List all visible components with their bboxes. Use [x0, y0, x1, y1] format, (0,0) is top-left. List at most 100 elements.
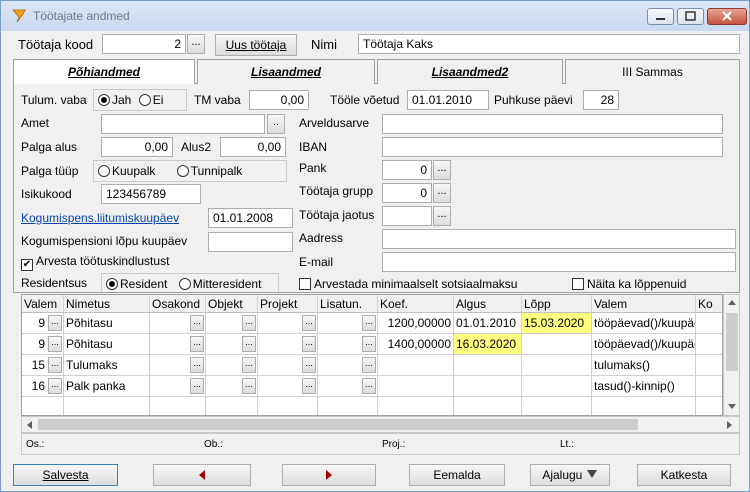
cell-lookup-button[interactable]: ...: [362, 315, 376, 331]
grupp-lookup-button[interactable]: ...: [433, 183, 451, 203]
employee-code-lookup-button[interactable]: ...: [187, 34, 205, 54]
formula-grid[interactable]: Valem Nimetus Osakond Objekt Projekt Lis…: [21, 294, 723, 416]
cell-lookup-button[interactable]: ...: [48, 357, 62, 373]
history-button[interactable]: Ajalugu: [530, 464, 610, 486]
aadress-input[interactable]: [382, 229, 736, 249]
cell-lookup-button[interactable]: ...: [190, 315, 204, 331]
tulum-vaba-yes-radio[interactable]: Jah: [98, 93, 131, 107]
col-header-objekt[interactable]: Objekt: [206, 295, 258, 313]
cell-ko[interactable]: [696, 313, 722, 334]
cell-algus[interactable]: 01.01.2010: [454, 313, 522, 334]
cell-lopp[interactable]: [522, 397, 592, 415]
cell-formula[interactable]: tööpäevad()/kuupäevad(): [592, 334, 696, 355]
cell-lopp[interactable]: [522, 355, 592, 376]
cell-lookup-button[interactable]: ...: [242, 357, 256, 373]
cell-lookup-button[interactable]: ...: [302, 336, 316, 352]
cell-ko[interactable]: [696, 376, 722, 397]
scroll-right-icon[interactable]: [726, 420, 734, 430]
col-header-algus[interactable]: Algus: [454, 295, 522, 313]
kogumis-input[interactable]: 01.01.2008: [208, 208, 293, 228]
cell-projekt[interactable]: [258, 397, 318, 415]
cell-nimetus[interactable]: [64, 397, 150, 415]
cell-osakond[interactable]: [150, 397, 206, 415]
tab-iii-sammas[interactable]: III Sammas: [565, 59, 740, 84]
email-input[interactable]: [382, 252, 736, 272]
amet-lookup-button[interactable]: ..: [267, 114, 285, 134]
cell-koef[interactable]: [378, 376, 454, 397]
min-sots-checkbox[interactable]: Arvestada minimaalselt sotsiaalmaksu: [299, 277, 517, 291]
mitteresident-radio[interactable]: Mitteresident: [178, 277, 261, 291]
cancel-button[interactable]: Katkesta: [637, 464, 731, 486]
cell-lookup-button[interactable]: ...: [242, 336, 256, 352]
close-button[interactable]: [707, 8, 747, 25]
tab-pohiandmed[interactable]: Põhiandmed: [13, 59, 195, 84]
cell-nimetus[interactable]: Põhitasu: [64, 334, 150, 355]
cell-formula[interactable]: tasud()-kinnip(): [592, 376, 696, 397]
cell-formula[interactable]: tööpäevad()/kuupäevad(): [592, 313, 696, 334]
toole-input[interactable]: 01.01.2010: [407, 90, 489, 110]
cell-ko[interactable]: [696, 334, 722, 355]
cell-lookup-button[interactable]: ...: [48, 336, 62, 352]
tab-lisaandmed2[interactable]: Lisaandmed2: [377, 59, 563, 84]
cell-lopp[interactable]: 15.03.2020: [522, 313, 592, 334]
jaotus-lookup-button[interactable]: ...: [433, 206, 451, 226]
col-header-lopp[interactable]: Lõpp: [522, 295, 592, 313]
cell-lookup-button[interactable]: ...: [48, 315, 62, 331]
iban-input[interactable]: [382, 137, 723, 157]
col-header-osakond[interactable]: Osakond: [150, 295, 206, 313]
naita-checkbox[interactable]: Näita ka lõppenuid: [572, 277, 686, 291]
kindlustus-checkbox[interactable]: ✔ Arvesta töötuskindlustust: [21, 254, 169, 271]
cell-lookup-button[interactable]: ...: [48, 378, 62, 394]
cell-ko[interactable]: [696, 355, 722, 376]
cell-valem[interactable]: [22, 397, 64, 415]
hscroll-thumb[interactable]: [38, 419, 638, 430]
maximize-button[interactable]: [677, 8, 704, 25]
cell-lopp[interactable]: [522, 334, 592, 355]
pank-lookup-button[interactable]: ...: [433, 160, 451, 180]
cell-nimetus[interactable]: Tulumaks: [64, 355, 150, 376]
col-header-projekt[interactable]: Projekt: [258, 295, 318, 313]
alus2-input[interactable]: 0,00: [220, 137, 286, 157]
cell-lookup-button[interactable]: ...: [190, 336, 204, 352]
amet-input[interactable]: [101, 114, 265, 134]
cell-formula[interactable]: [592, 397, 696, 415]
col-header-nimetus[interactable]: Nimetus: [64, 295, 150, 313]
cell-lookup-button[interactable]: ...: [362, 357, 376, 373]
minimize-button[interactable]: [647, 8, 674, 25]
scroll-up-icon[interactable]: [727, 298, 737, 306]
next-button[interactable]: [282, 464, 376, 486]
cell-objekt[interactable]: [206, 397, 258, 415]
cell-lookup-button[interactable]: ...: [242, 315, 256, 331]
remove-button[interactable]: Eemalda: [409, 464, 505, 486]
tulum-vaba-no-radio[interactable]: Ei: [138, 93, 163, 107]
cell-lookup-button[interactable]: ...: [302, 378, 316, 394]
cell-koef[interactable]: [378, 355, 454, 376]
previous-button[interactable]: [153, 464, 251, 486]
cell-lookup-button[interactable]: ...: [190, 357, 204, 373]
scroll-thumb[interactable]: [726, 313, 738, 371]
grid-vertical-scrollbar[interactable]: [723, 294, 740, 416]
palga-alus-input[interactable]: 0,00: [101, 137, 173, 157]
col-header-valem[interactable]: Valem: [22, 295, 64, 313]
cell-ko[interactable]: [696, 397, 722, 415]
cell-algus[interactable]: [454, 397, 522, 415]
cell-lookup-button[interactable]: ...: [190, 378, 204, 394]
col-header-koef[interactable]: Koef.: [378, 295, 454, 313]
tm-vaba-input[interactable]: 0,00: [249, 90, 309, 110]
cell-lisatun[interactable]: [318, 397, 378, 415]
cell-lookup-button[interactable]: ...: [302, 357, 316, 373]
grupp-input[interactable]: 0: [382, 183, 432, 203]
cell-lookup-button[interactable]: ...: [302, 315, 316, 331]
kuupalk-radio[interactable]: Kuupalk: [98, 164, 155, 178]
scroll-down-icon[interactable]: [727, 403, 737, 411]
kogumis-link[interactable]: Kogumispens.liitumiskuupäev: [21, 211, 179, 225]
cell-koef[interactable]: [378, 397, 454, 415]
col-header-ko[interactable]: Ko: [696, 295, 722, 313]
tab-lisaandmed[interactable]: Lisaandmed: [197, 59, 375, 84]
cell-formula[interactable]: tulumaks(): [592, 355, 696, 376]
col-header-lisatun[interactable]: Lisatun.: [318, 295, 378, 313]
cell-algus[interactable]: [454, 376, 522, 397]
cell-nimetus[interactable]: Põhitasu: [64, 313, 150, 334]
employee-code-input[interactable]: 2: [102, 34, 186, 54]
cell-lookup-button[interactable]: ...: [242, 378, 256, 394]
